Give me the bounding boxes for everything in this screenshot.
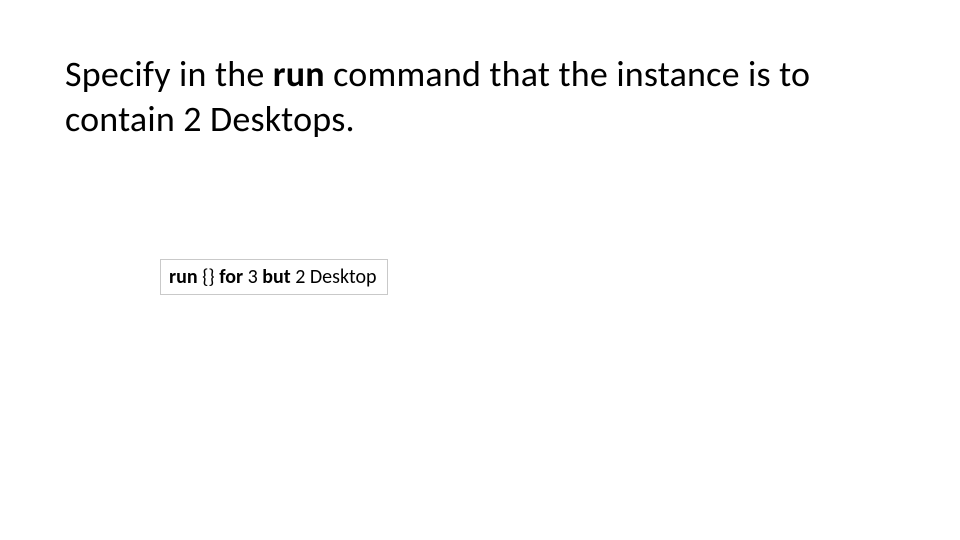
code-text-desktop: 2 Desktop <box>291 265 377 289</box>
code-example-box: run {} for 3 but 2 Desktop <box>160 259 388 295</box>
code-text-3: 3 <box>243 265 262 289</box>
code-keyword-for: for <box>219 265 243 289</box>
code-keyword-run: run <box>169 265 198 289</box>
code-text-braces: {} <box>198 265 220 289</box>
title-bold-run: run <box>273 52 325 96</box>
title-text-1: Specify in the <box>65 52 273 96</box>
slide: Specify in the run command that the inst… <box>0 0 960 540</box>
code-keyword-but: but <box>262 265 290 289</box>
slide-title: Specify in the run command that the inst… <box>65 52 895 142</box>
